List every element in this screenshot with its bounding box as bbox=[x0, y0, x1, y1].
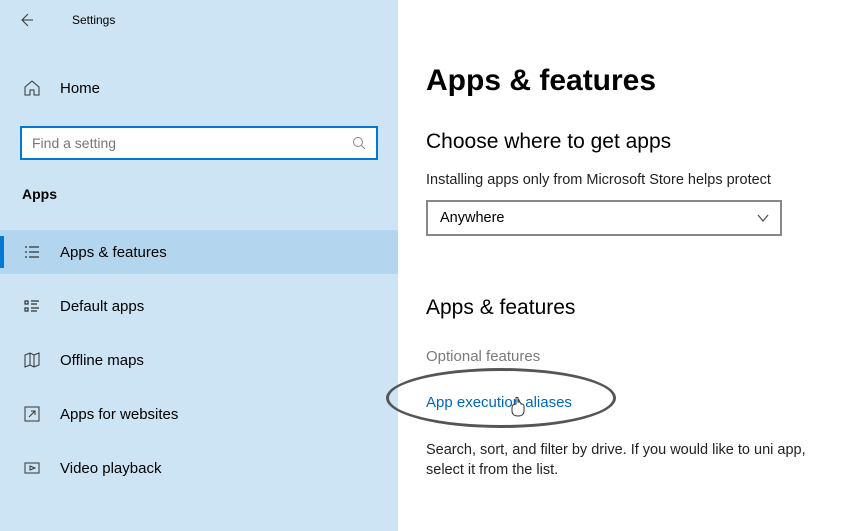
video-icon bbox=[22, 459, 42, 477]
sidebar-item-label: Default apps bbox=[60, 298, 144, 315]
optional-features-link[interactable]: Optional features bbox=[426, 348, 540, 365]
sidebar-item-apps-features[interactable]: Apps & features bbox=[0, 230, 398, 274]
search-input[interactable] bbox=[32, 135, 352, 151]
app-execution-aliases-link[interactable]: App execution aliases bbox=[426, 394, 572, 411]
apps-features-body: Search, sort, and filter by drive. If yo… bbox=[426, 440, 846, 481]
app-source-select[interactable]: Anywhere bbox=[426, 200, 782, 236]
sidebar-item-label: Apps for websites bbox=[60, 406, 178, 423]
sidebar-section-header: Apps bbox=[0, 160, 398, 212]
sidebar-item-default-apps[interactable]: Default apps bbox=[0, 284, 398, 328]
sidebar: Settings Home Apps Apps & features bbox=[0, 0, 398, 531]
back-button[interactable] bbox=[10, 4, 42, 36]
apps-features-heading: Apps & features bbox=[426, 296, 850, 320]
arrow-left-icon bbox=[18, 12, 34, 28]
choose-apps-description: Installing apps only from Microsoft Stor… bbox=[426, 172, 850, 188]
sidebar-item-label: Video playback bbox=[60, 460, 161, 477]
sidebar-item-video-playback[interactable]: Video playback bbox=[0, 446, 398, 490]
map-icon bbox=[22, 351, 42, 369]
choose-apps-heading: Choose where to get apps bbox=[426, 130, 850, 154]
titlebar: Settings bbox=[0, 0, 398, 40]
app-source-value: Anywhere bbox=[440, 210, 504, 226]
search-icon bbox=[352, 136, 366, 150]
sidebar-item-label: Offline maps bbox=[60, 352, 144, 369]
sidebar-nav-list: Apps & features Default apps Offline map… bbox=[0, 230, 398, 490]
chevron-down-icon bbox=[756, 211, 770, 225]
list-icon bbox=[22, 243, 42, 261]
main-content: Apps & features Choose where to get apps… bbox=[398, 0, 850, 531]
app-launch-icon bbox=[22, 405, 42, 423]
sidebar-item-home[interactable]: Home bbox=[0, 68, 398, 108]
window-title: Settings bbox=[72, 13, 115, 27]
page-title: Apps & features bbox=[426, 64, 850, 98]
home-label: Home bbox=[60, 80, 100, 97]
home-icon bbox=[22, 79, 42, 97]
defaults-icon bbox=[22, 297, 42, 315]
search-input-wrap[interactable] bbox=[20, 126, 378, 160]
sidebar-item-label: Apps & features bbox=[60, 244, 167, 261]
sidebar-item-apps-for-websites[interactable]: Apps for websites bbox=[0, 392, 398, 436]
sidebar-item-offline-maps[interactable]: Offline maps bbox=[0, 338, 398, 382]
